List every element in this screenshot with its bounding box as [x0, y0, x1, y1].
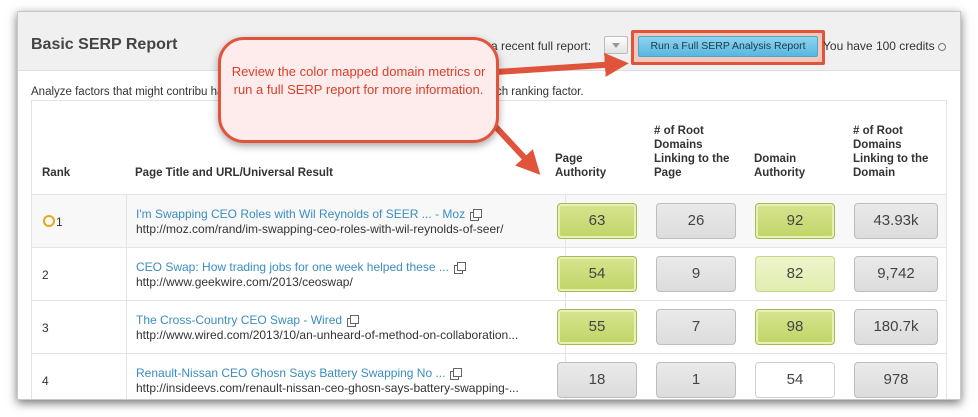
rank-number: 4 — [42, 374, 49, 388]
rank-cell: 4 — [32, 354, 126, 399]
rank-cell: 2 — [32, 248, 126, 300]
header-root-domains-domain: # of Root Domains Linking to the Domain — [853, 125, 929, 179]
credits-info: You have 100 credits — [823, 39, 946, 53]
copy-link-icon[interactable] — [450, 368, 463, 380]
root-domains-domain-value: 180.7k — [854, 309, 938, 345]
rank-cell: 1 — [32, 195, 126, 247]
header-domain-authority: Domain Authority — [754, 153, 806, 179]
rank-ring-icon — [43, 215, 55, 227]
domain-authority-value: 82 — [755, 256, 835, 292]
result-title: I'm Swapping CEO Roles with Wil Reynolds… — [136, 207, 466, 221]
table-row: 1 I'm Swapping CEO Roles with Wil Reynol… — [32, 194, 946, 247]
credits-text: You have 100 credits — [823, 39, 935, 53]
root-domains-page-value: 7 — [656, 309, 736, 345]
header-rank: Rank — [42, 167, 71, 179]
header-page-authority: Page Authority — [555, 153, 607, 179]
result-title: Renault-Nissan CEO Ghosn Says Battery Sw… — [136, 366, 446, 380]
copy-link-icon[interactable] — [347, 315, 360, 327]
result-url: http://www.geekwire.com/2013/ceoswap/ — [136, 275, 353, 289]
root-domains-page-value: 26 — [656, 203, 736, 239]
recent-report-select[interactable] — [604, 36, 628, 54]
table-row: 2 CEO Swap: How trading jobs for one wee… — [32, 247, 946, 300]
serp-results-table: Rank Page Title and URL/Universal Result… — [31, 100, 947, 399]
result-url: http://insideevs.com/renault-nissan-ceo-… — [136, 381, 519, 395]
root-domains-domain-value: 9,742 — [854, 256, 938, 292]
callout-box: Review the color mapped domain metrics o… — [218, 37, 499, 143]
table-row: 3 The Cross-Country CEO Swap - Wired htt… — [32, 300, 946, 353]
page-authority-value: 54 — [557, 256, 637, 292]
result-title-link[interactable]: The Cross-Country CEO Swap - Wired — [136, 313, 360, 327]
rank-number: 1 — [56, 215, 63, 229]
result-url: http://www.wired.com/2013/10/an-unheard-… — [136, 328, 519, 342]
page-cell: Renault-Nissan CEO Ghosn Says Battery Sw… — [126, 354, 566, 399]
result-title: CEO Swap: How trading jobs for one week … — [136, 260, 449, 274]
result-title: The Cross-Country CEO Swap - Wired — [136, 313, 343, 327]
result-title-link[interactable]: I'm Swapping CEO Roles with Wil Reynolds… — [136, 207, 483, 221]
result-url: http://moz.com/rand/im-swapping-ceo-role… — [136, 222, 504, 236]
page-authority-value: 18 — [557, 362, 637, 398]
copy-link-icon[interactable] — [470, 209, 483, 221]
domain-authority-value: 98 — [755, 309, 835, 345]
dropdown-caret-icon — [612, 43, 620, 48]
rank-number: 2 — [42, 268, 49, 282]
page-cell: CEO Swap: How trading jobs for one week … — [126, 248, 566, 300]
domain-authority-value: 92 — [755, 203, 835, 239]
header-page-title: Page Title and URL/Universal Result — [135, 167, 333, 179]
result-title-link[interactable]: Renault-Nissan CEO Ghosn Says Battery Sw… — [136, 366, 463, 380]
result-title-link[interactable]: CEO Swap: How trading jobs for one week … — [136, 260, 466, 274]
table-row: 4 Renault-Nissan CEO Ghosn Says Battery … — [32, 353, 946, 399]
header-root-domains-page: # of Root Domains Linking to the Page — [654, 125, 730, 179]
copy-link-icon[interactable] — [453, 262, 466, 274]
run-full-serp-report-button[interactable]: Run a Full SERP Analysis Report — [638, 36, 818, 57]
recent-report-label: a recent full report: — [491, 39, 592, 53]
page-cell: I'm Swapping CEO Roles with Wil Reynolds… — [126, 195, 566, 247]
root-domains-page-value: 9 — [656, 256, 736, 292]
report-title: Basic SERP Report — [31, 36, 178, 53]
page-authority-value: 63 — [557, 203, 637, 239]
rank-cell: 3 — [32, 301, 126, 353]
root-domains-domain-value: 43.93k — [854, 203, 938, 239]
root-domains-domain-value: 978 — [854, 362, 938, 398]
domain-authority-value: 54 — [755, 362, 835, 398]
callout-text: Review the color mapped domain metrics o… — [231, 64, 486, 97]
root-domains-page-value: 1 — [656, 362, 736, 398]
page-cell: The Cross-Country CEO Swap - Wired http:… — [126, 301, 566, 353]
page-authority-value: 55 — [557, 309, 637, 345]
info-icon[interactable] — [937, 43, 946, 51]
rank-number: 3 — [42, 321, 49, 335]
